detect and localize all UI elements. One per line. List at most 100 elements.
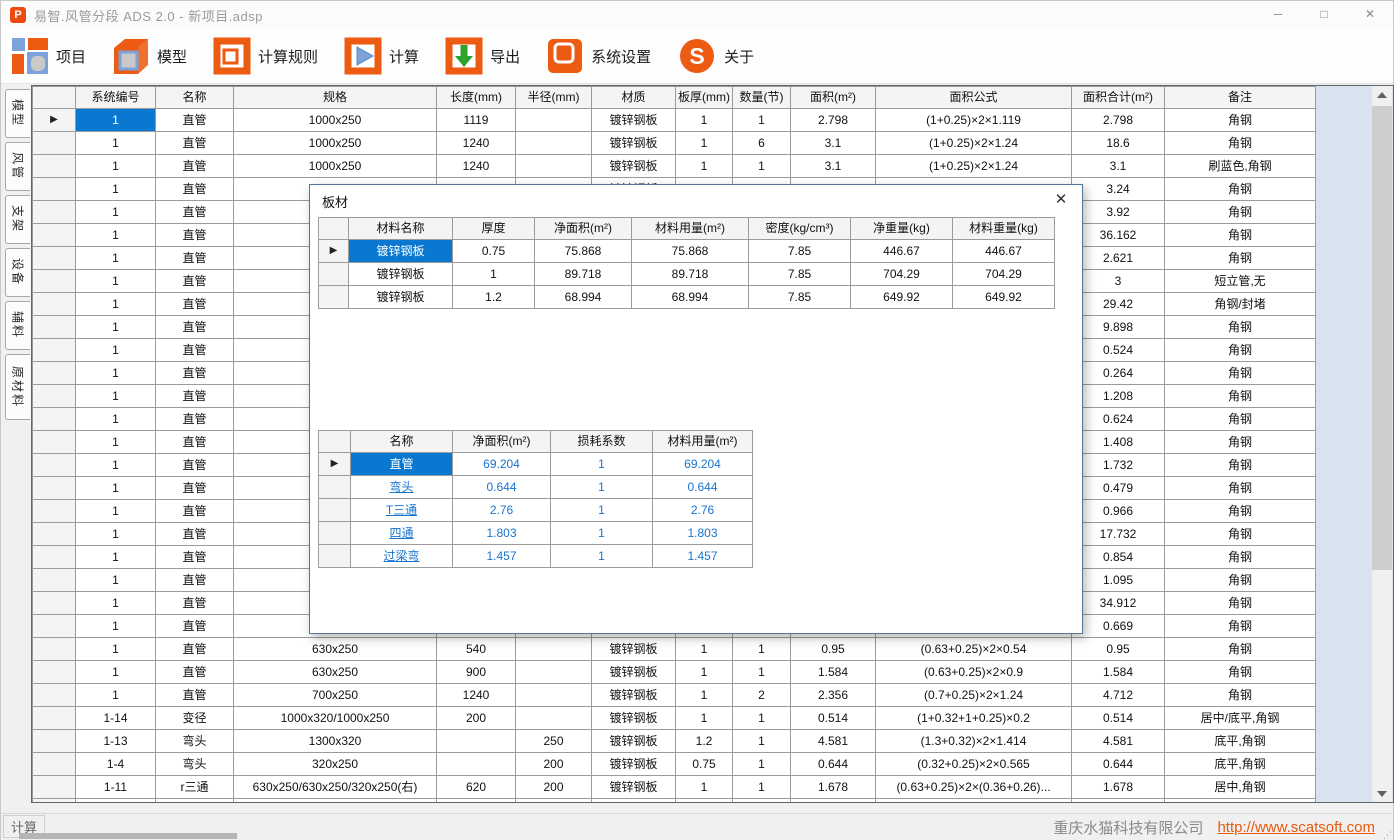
cell[interactable]: 弯头	[156, 753, 234, 776]
row-indicator[interactable]	[33, 178, 76, 201]
cell[interactable]: 630x250	[234, 638, 437, 661]
cell[interactable]: 短立管,无	[1165, 270, 1316, 293]
row-indicator[interactable]	[33, 132, 76, 155]
cell[interactable]: 1	[76, 569, 156, 592]
vertical-scrollbar-thumb[interactable]	[1372, 106, 1392, 570]
column-header[interactable]: 净重量(kg)	[851, 218, 953, 240]
cell[interactable]: 7.85	[749, 240, 851, 263]
cell[interactable]: 直管	[156, 592, 234, 615]
row-indicator[interactable]	[33, 293, 76, 316]
cell[interactable]: 2.621	[1072, 247, 1165, 270]
cell[interactable]: 角钢	[1165, 247, 1316, 270]
cell[interactable]: 1.732	[1072, 454, 1165, 477]
project-button[interactable]: 项目	[11, 37, 86, 75]
cell[interactable]: 1000x250	[234, 132, 437, 155]
row-indicator[interactable]	[33, 523, 76, 546]
cell[interactable]: 6	[733, 132, 791, 155]
cell[interactable]: 1	[76, 201, 156, 224]
row-indicator[interactable]	[33, 155, 76, 178]
cell[interactable]: (1+0.25)×2×1.24	[876, 132, 1072, 155]
cell[interactable]	[876, 799, 1072, 804]
cell[interactable]: 1	[76, 362, 156, 385]
table-row[interactable]: 1直管1000x2501240镀锌钢板113.1(1+0.25)×2×1.243…	[33, 155, 1316, 178]
table-row[interactable]: 1直管1000x2501240镀锌钢板163.1(1+0.25)×2×1.241…	[33, 132, 1316, 155]
cell[interactable]: 75.868	[535, 240, 632, 263]
cell[interactable]: 角钢	[1165, 500, 1316, 523]
resize-grip-icon[interactable]: ⋰	[1383, 831, 1391, 839]
table-row[interactable]: 弯头0.64410.644	[319, 476, 753, 499]
cell[interactable]: 1.678	[791, 776, 876, 799]
cell[interactable]: 1.408	[1072, 431, 1165, 454]
cell[interactable]: 200	[516, 799, 592, 804]
cell[interactable]: 1300x320	[234, 730, 437, 753]
column-header[interactable]: 材料名称	[349, 218, 453, 240]
cell[interactable]: 直管	[156, 454, 234, 477]
cell[interactable]: 1	[551, 499, 653, 522]
cell[interactable]: 1	[76, 408, 156, 431]
cell[interactable]: 1	[676, 638, 733, 661]
cell[interactable]: 角钢	[1165, 385, 1316, 408]
cell[interactable]: 3.1	[791, 132, 876, 155]
row-indicator[interactable]	[33, 316, 76, 339]
sidebar-tab-support[interactable]: 支架	[5, 195, 30, 244]
cell[interactable]: 1.803	[453, 522, 551, 545]
cell[interactable]: 1	[733, 730, 791, 753]
cell[interactable]: 1240	[437, 799, 516, 804]
export-button[interactable]: 导出	[445, 37, 520, 75]
cell[interactable]: 镀锌钢板	[349, 263, 453, 286]
column-header[interactable]: 名称	[156, 87, 234, 109]
cell[interactable]: 0.524	[1072, 339, 1165, 362]
cell[interactable]	[516, 661, 592, 684]
row-indicator-header[interactable]	[319, 431, 351, 453]
cell[interactable]	[516, 638, 592, 661]
cell[interactable]: 1	[76, 638, 156, 661]
cell[interactable]: 直管	[156, 523, 234, 546]
row-indicator[interactable]	[33, 753, 76, 776]
cell[interactable]: 底平,角钢	[1165, 730, 1316, 753]
cell[interactable]: 角钢	[1165, 523, 1316, 546]
cell[interactable]: 1	[76, 293, 156, 316]
column-header[interactable]: 备注	[1165, 87, 1316, 109]
cell[interactable]: 1	[76, 316, 156, 339]
cell[interactable]: 1000x250	[234, 109, 437, 132]
cell[interactable]: 1	[551, 453, 653, 476]
row-indicator[interactable]	[319, 522, 351, 545]
cell[interactable]: 直管	[156, 339, 234, 362]
cell[interactable]: 704.29	[953, 263, 1055, 286]
column-header[interactable]: 规格	[234, 87, 437, 109]
cell[interactable]: 1	[76, 247, 156, 270]
cell[interactable]: 1-14	[76, 707, 156, 730]
column-header[interactable]: 净面积(m²)	[535, 218, 632, 240]
cell[interactable]	[1072, 799, 1165, 804]
cell[interactable]: 1000x250/1000x250/300x250(中)	[234, 799, 437, 804]
cell[interactable]: 1	[676, 155, 733, 178]
cell[interactable]: 镀锌钢板	[349, 240, 453, 263]
cell[interactable]: 0.644	[453, 476, 551, 499]
cell[interactable]: 1	[76, 109, 156, 132]
cell[interactable]: 直管	[156, 638, 234, 661]
row-indicator-header[interactable]	[319, 218, 349, 240]
column-header[interactable]: 材料重量(kg)	[953, 218, 1055, 240]
cell[interactable]: 直管	[156, 270, 234, 293]
cell[interactable]: 1	[76, 224, 156, 247]
cell[interactable]: 1	[453, 263, 535, 286]
cell[interactable]: 1.2	[453, 286, 535, 309]
cell[interactable]: 0.514	[791, 707, 876, 730]
cell[interactable]: 1	[676, 661, 733, 684]
cell[interactable]: 1.803	[653, 522, 753, 545]
cell[interactable]: 过梁弯	[351, 545, 453, 568]
cell[interactable]: 1	[676, 776, 733, 799]
cell[interactable]: 1	[676, 799, 733, 804]
website-link[interactable]: http://www.scatsoft.com	[1217, 819, 1375, 836]
cell[interactable]: 直管	[156, 546, 234, 569]
column-header[interactable]: 材料用量(m²)	[632, 218, 749, 240]
column-header[interactable]: 半径(mm)	[516, 87, 592, 109]
cell[interactable]: 1	[733, 109, 791, 132]
cell[interactable]: 1	[76, 615, 156, 638]
cell[interactable]: 角钢	[1165, 454, 1316, 477]
row-indicator[interactable]	[33, 569, 76, 592]
row-indicator[interactable]	[33, 638, 76, 661]
cell[interactable]: 7.85	[749, 263, 851, 286]
row-indicator[interactable]	[33, 477, 76, 500]
cell[interactable]	[437, 730, 516, 753]
